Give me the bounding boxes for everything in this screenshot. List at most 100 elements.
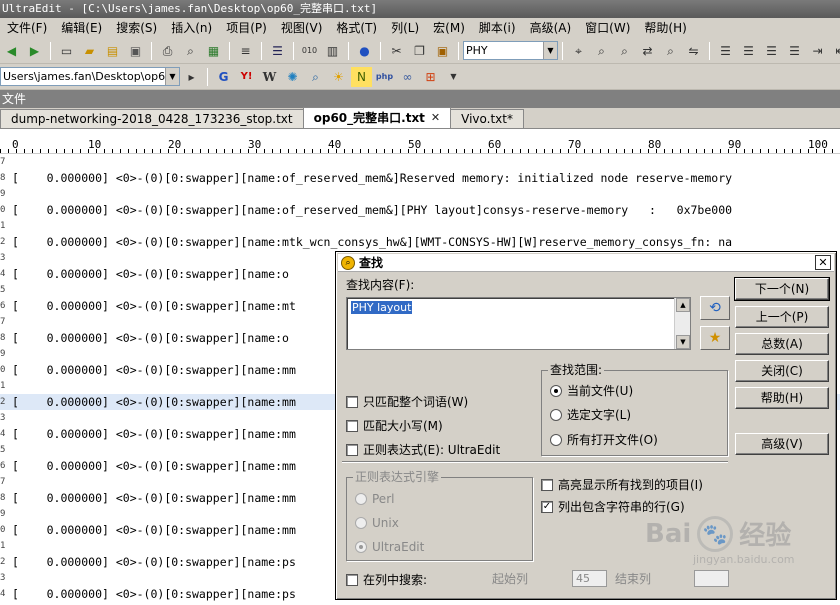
- replace-icon[interactable]: ⇄: [637, 41, 658, 61]
- wikipedia-icon[interactable]: W: [259, 67, 280, 87]
- align-left-icon[interactable]: ☰: [715, 41, 736, 61]
- editor-line[interactable]: 0 [ 0.000000] <0>-(0)[0:swapper][name:of_…: [0, 202, 840, 218]
- advanced-button[interactable]: 高级(V): [735, 433, 829, 455]
- chevron-down-icon[interactable]: ▼: [165, 68, 179, 85]
- list-lines-checkbox[interactable]: ✓ 列出包含字符串的行(G): [541, 498, 685, 515]
- search-web-icon[interactable]: ⌕: [305, 67, 326, 87]
- copy-icon[interactable]: ❐: [409, 41, 430, 61]
- tab-dump-networking[interactable]: dump-networking-2018_0428_173236_stop.tx…: [0, 109, 304, 128]
- editor-line[interactable]: 1: [0, 218, 840, 234]
- regex-engine-title: 正则表达式引擎: [353, 470, 442, 484]
- indent-icon[interactable]: ⇥: [807, 41, 828, 61]
- menu-item[interactable]: 视图(V): [274, 18, 330, 38]
- scope-all-open-files-radio[interactable]: 所有打开文件(O): [550, 431, 658, 448]
- align-right-icon[interactable]: ☰: [761, 41, 782, 61]
- web-globe-icon[interactable]: ●: [354, 41, 375, 61]
- end-column-input[interactable]: [694, 570, 729, 587]
- cut-icon[interactable]: ✂: [386, 41, 407, 61]
- scroll-up-icon[interactable]: ▲: [676, 298, 690, 312]
- close-icon[interactable]: ✕: [431, 109, 440, 127]
- editor-line[interactable]: 7: [0, 154, 840, 170]
- editor-line[interactable]: 8 [ 0.000000] <0>-(0)[0:swapper][name:of_…: [0, 170, 840, 186]
- sun-icon[interactable]: ☀: [328, 67, 349, 87]
- menu-item[interactable]: 帮助(H): [637, 18, 693, 38]
- menu-item[interactable]: 宏(M): [426, 18, 472, 38]
- light-icon[interactable]: ✺: [282, 67, 303, 87]
- engine-ultraedit-radio[interactable]: UltraEdit: [355, 540, 424, 554]
- forward-icon[interactable]: ▶: [24, 41, 45, 61]
- chevron-down-icon[interactable]: ▼: [543, 42, 557, 59]
- engine-unix-radio[interactable]: Unix: [355, 516, 399, 530]
- find-prev-button[interactable]: 上一个(P): [735, 306, 829, 328]
- editor-line[interactable]: 2 [ 0.000000] <0>-(0)[0:swapper][name:mtk…: [0, 234, 840, 250]
- spreadsheet-icon[interactable]: ▦: [203, 41, 224, 61]
- scroll-down-icon[interactable]: ▼: [676, 335, 690, 349]
- history-button[interactable]: ⟲: [700, 296, 730, 320]
- dialog-title-bar[interactable]: ⌕ 查找 ✕: [338, 254, 834, 272]
- find-icon[interactable]: ⌖: [568, 41, 589, 61]
- outdent-icon[interactable]: ⇤: [830, 41, 840, 61]
- menu-item[interactable]: 窗口(W): [578, 18, 637, 38]
- regex-checkbox[interactable]: 正则表达式(E): UltraEdit: [346, 441, 500, 458]
- print-icon[interactable]: ⎙: [157, 41, 178, 61]
- yahoo-icon[interactable]: Y!: [236, 67, 257, 87]
- start-column-input[interactable]: 45: [572, 570, 607, 587]
- menu-item[interactable]: 高级(A): [523, 18, 579, 38]
- browse-icon[interactable]: ▸: [181, 67, 202, 87]
- find-input[interactable]: PHY layout ▲ ▼: [346, 297, 691, 350]
- menu-item[interactable]: 搜索(S): [109, 18, 164, 38]
- find-input-scrollbar[interactable]: ▲ ▼: [674, 298, 690, 349]
- replace-in-files-icon[interactable]: ⇋: [683, 41, 704, 61]
- dropdown-icon[interactable]: ▼: [443, 67, 464, 87]
- line-number: 9: [0, 189, 6, 199]
- word-wrap-icon[interactable]: ☰: [267, 41, 288, 61]
- tab-op60[interactable]: op60_完整串口.txt ✕: [302, 107, 452, 128]
- menu-item[interactable]: 列(L): [384, 18, 426, 38]
- help-button[interactable]: 帮助(H): [735, 387, 829, 409]
- back-icon[interactable]: ◀: [1, 41, 22, 61]
- scope-selection-radio[interactable]: 选定文字(L): [550, 406, 631, 423]
- close-button[interactable]: 关闭(C): [735, 360, 829, 382]
- match-case-checkbox[interactable]: 匹配大小写(M): [346, 417, 443, 434]
- windows-icon[interactable]: ⊞: [420, 67, 441, 87]
- note-icon[interactable]: N: [351, 66, 372, 87]
- find-in-files-icon[interactable]: ⌕: [660, 41, 681, 61]
- tab-vivo[interactable]: Vivo.txt*: [450, 109, 524, 128]
- menu-item[interactable]: 脚本(i): [472, 18, 523, 38]
- hex-mode-icon[interactable]: 010: [299, 41, 320, 61]
- new-file-icon[interactable]: ▭: [56, 41, 77, 61]
- highlight-all-checkbox[interactable]: 高亮显示所有找到的项目(I): [541, 476, 703, 493]
- find-next-icon[interactable]: ⌕: [591, 41, 612, 61]
- menu-item[interactable]: 格式(T): [329, 18, 384, 38]
- menu-item[interactable]: 编辑(E): [54, 18, 109, 38]
- justify-icon[interactable]: ☰: [784, 41, 805, 61]
- scope-current-file-radio[interactable]: 当前文件(U): [550, 382, 633, 399]
- column-mode-icon[interactable]: ▥: [322, 41, 343, 61]
- find-prev-icon[interactable]: ⌕: [614, 41, 635, 61]
- paste-icon[interactable]: ▣: [432, 41, 453, 61]
- menu-item[interactable]: 项目(P): [219, 18, 274, 38]
- close-icon[interactable]: ✕: [815, 255, 831, 270]
- find-next-button[interactable]: 下一个(N): [734, 277, 830, 301]
- main-toolbar: ◀ ▶ ▭ ▰ ▤ ▣ ⎙ ⌕ ▦ ≡ ☰ 010 ▥ ● ✂ ❐ ▣ PHY …: [0, 38, 840, 64]
- ruler-number: 90: [728, 139, 742, 151]
- open-folder-icon[interactable]: ▰: [79, 41, 100, 61]
- align-center-icon[interactable]: ☰: [738, 41, 759, 61]
- google-icon[interactable]: G: [213, 67, 234, 87]
- editor-line[interactable]: 9: [0, 186, 840, 202]
- favorites-star-button[interactable]: ★: [700, 326, 730, 350]
- open-icon[interactable]: ▤: [102, 41, 123, 61]
- engine-perl-radio[interactable]: Perl: [355, 492, 394, 506]
- count-button[interactable]: 总数(A): [735, 333, 829, 355]
- print-preview-icon[interactable]: ⌕: [180, 41, 201, 61]
- column-search-checkbox[interactable]: 在列中搜索:: [346, 571, 427, 588]
- search-combo[interactable]: PHY ▼: [463, 41, 558, 60]
- menu-item[interactable]: 文件(F): [0, 18, 54, 38]
- php-icon[interactable]: php: [374, 67, 395, 87]
- link-icon[interactable]: ∞: [397, 67, 418, 87]
- path-combo[interactable]: Users\james.fan\Desktop\op60_ ▼: [0, 67, 180, 86]
- document-icon[interactable]: ≡: [235, 41, 256, 61]
- save-icon[interactable]: ▣: [125, 41, 146, 61]
- match-word-checkbox[interactable]: 只匹配整个词语(W): [346, 393, 468, 410]
- menu-item[interactable]: 插入(n): [164, 18, 219, 38]
